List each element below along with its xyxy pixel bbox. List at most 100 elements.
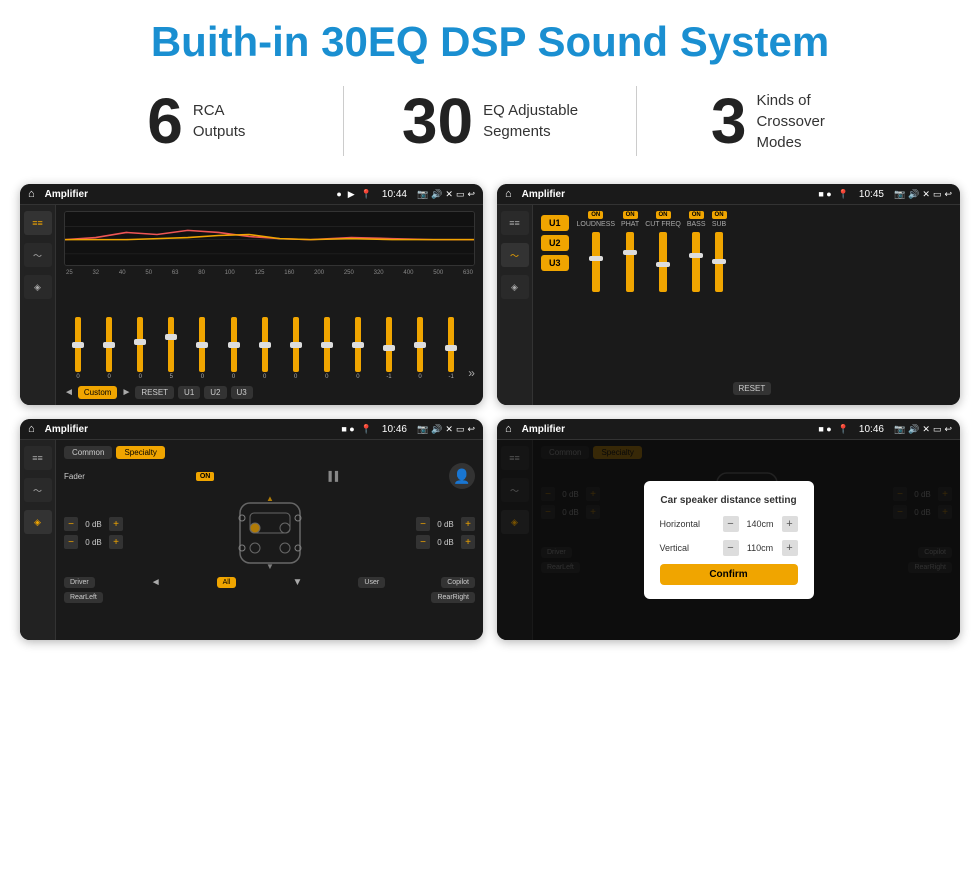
loudness-track[interactable] <box>592 232 600 292</box>
crossover-u1-btn[interactable]: U1 <box>541 215 569 231</box>
fader-content: Common Specialty Fader ON ▐▐ 👤 − 0 dB + <box>56 440 483 640</box>
eq-prev-btn[interactable]: ◄ <box>64 387 74 398</box>
cutfreq-track[interactable] <box>659 232 667 292</box>
fader-label: Fader <box>64 472 85 481</box>
dialog-status-icons: 📷 🔊 ✕ ▭ ↩ <box>894 424 952 435</box>
fader-tabs: Common Specialty <box>64 446 475 459</box>
fader-left-db-control: − 0 dB + − 0 dB + <box>64 517 123 549</box>
crossover-location-icon: 📍 <box>838 189 849 200</box>
stat-rca: 6 RCA Outputs <box>60 89 333 153</box>
eq-slider-9[interactable]: 0 <box>344 317 372 380</box>
crossover-sidebar-eq-btn[interactable]: ≡≡ <box>501 211 529 235</box>
dialog-back-icon[interactable]: ↩ <box>944 424 952 435</box>
eq-slider-5[interactable]: 0 <box>219 317 247 380</box>
loudness-on[interactable]: ON <box>588 211 603 219</box>
eq-u1-btn[interactable]: U1 <box>178 386 200 399</box>
eq-freq-labels: 253240 506380 100125160 200250320 400500… <box>64 270 475 276</box>
fader-all-btn[interactable]: All <box>217 577 237 588</box>
fader-db-minus-1[interactable]: − <box>64 535 78 549</box>
fader-sidebar-eq-btn[interactable]: ≡≡ <box>24 446 52 470</box>
fader-arrow-left: ◄ <box>151 577 161 588</box>
crossover-back-icon[interactable]: ↩ <box>944 189 952 200</box>
fader-db-plus-1[interactable]: + <box>109 535 123 549</box>
fader-car-diagram: ▲ ▼ <box>131 493 408 573</box>
crossover-u3-btn[interactable]: U3 <box>541 255 569 271</box>
crossover-sub: ON SUB <box>712 211 727 292</box>
eq-content: 253240 506380 100125160 200250320 400500… <box>56 205 483 405</box>
home-icon[interactable]: ⌂ <box>28 188 35 200</box>
fader-db-plus-2[interactable]: + <box>461 517 475 531</box>
fader-db-plus-0[interactable]: + <box>109 517 123 531</box>
dialog-horizontal-minus[interactable]: − <box>723 516 739 532</box>
fader-specialty-tab[interactable]: Specialty <box>116 446 164 459</box>
fader-db-row-2: − 0 dB + <box>416 517 475 531</box>
dialog-horizontal-plus[interactable]: + <box>782 516 798 532</box>
eq-custom-btn[interactable]: Custom <box>78 386 118 399</box>
fader-db-minus-3[interactable]: − <box>416 535 430 549</box>
eq-slider-1[interactable]: 0 <box>95 317 123 380</box>
fader-rearright-btn[interactable]: RearRight <box>431 592 475 603</box>
fader-driver-btn[interactable]: Driver <box>64 577 95 588</box>
fader-db-minus-2[interactable]: − <box>416 517 430 531</box>
eq-back-icon[interactable]: ↩ <box>467 189 475 200</box>
eq-next-btn[interactable]: ► <box>121 387 131 398</box>
phat-track[interactable] <box>626 232 634 292</box>
fader-common-tab[interactable]: Common <box>64 446 112 459</box>
eq-location-icon: 📍 <box>361 189 372 200</box>
fader-db-row-1: − 0 dB + <box>64 535 123 549</box>
eq-sidebar-eq-btn[interactable]: ≡≡ <box>24 211 52 235</box>
stat-crossover: 3 Kinds of Crossover Modes <box>647 89 920 153</box>
fader-person-icon[interactable]: 👤 <box>449 463 475 489</box>
dialog-screen: ⌂ Amplifier ■ ● 📍 10:46 📷 🔊 ✕ ▭ ↩ ≡≡ 〜 ◈ <box>497 419 960 640</box>
crossover-u2-btn[interactable]: U2 <box>541 235 569 251</box>
fader-copilot-btn[interactable]: Copilot <box>441 577 475 588</box>
fader-sidebar-wave-btn[interactable]: 〜 <box>24 478 52 502</box>
eq-slider-7[interactable]: 0 <box>282 317 310 380</box>
bass-on[interactable]: ON <box>689 211 704 219</box>
sub-track[interactable] <box>715 232 723 292</box>
fader-user-btn[interactable]: User <box>358 577 385 588</box>
dialog-time: 10:46 <box>859 424 884 435</box>
eq-slider-4[interactable]: 0 <box>188 317 216 380</box>
crossover-sidebar-wave-btn[interactable]: 〜 <box>501 243 529 267</box>
dialog-vertical-minus[interactable]: − <box>723 540 739 556</box>
fader-db-minus-0[interactable]: − <box>64 517 78 531</box>
cutfreq-on[interactable]: ON <box>656 211 671 219</box>
crossover-sidebar-vol-btn[interactable]: ◈ <box>501 275 529 299</box>
eq-sidebar-wave-btn[interactable]: 〜 <box>24 243 52 267</box>
crossover-home-icon[interactable]: ⌂ <box>505 188 512 200</box>
sub-on[interactable]: ON <box>712 211 727 219</box>
eq-u3-btn[interactable]: U3 <box>231 386 253 399</box>
fader-back-icon[interactable]: ↩ <box>467 424 475 435</box>
fader-db-plus-3[interactable]: + <box>461 535 475 549</box>
bass-track[interactable] <box>692 232 700 292</box>
eq-u2-btn[interactable]: U2 <box>204 386 226 399</box>
dialog-home-icon[interactable]: ⌂ <box>505 423 512 435</box>
eq-slider-11[interactable]: 0 <box>406 317 434 380</box>
stat-rca-label: RCA Outputs <box>193 100 246 142</box>
eq-slider-0[interactable]: 0 <box>64 317 92 380</box>
dialog-vertical-plus[interactable]: + <box>782 540 798 556</box>
eq-graph <box>64 211 475 266</box>
eq-slider-10[interactable]: -1 <box>375 317 403 380</box>
eq-more-btn[interactable]: » <box>468 366 475 380</box>
eq-sidebar-vol-btn[interactable]: ◈ <box>24 275 52 299</box>
fader-home-icon[interactable]: ⌂ <box>28 423 35 435</box>
fader-rearleft-btn[interactable]: RearLeft <box>64 592 103 603</box>
dialog-confirm-button[interactable]: Confirm <box>660 564 798 585</box>
crossover-phat: ON PHAT <box>621 211 639 292</box>
fader-on-badge[interactable]: ON <box>196 472 215 481</box>
crossover-dots: ■ ● <box>818 189 831 199</box>
eq-slider-8[interactable]: 0 <box>313 317 341 380</box>
eq-slider-6[interactable]: 0 <box>251 317 279 380</box>
crossover-reset-btn[interactable]: RESET <box>733 382 772 395</box>
crossover-sidebar: ≡≡ 〜 ◈ <box>497 205 533 405</box>
eq-reset-btn[interactable]: RESET <box>135 386 174 399</box>
phat-on[interactable]: ON <box>623 211 638 219</box>
eq-sidebar: ≡≡ 〜 ◈ <box>20 205 56 405</box>
fader-sidebar-vol-btn[interactable]: ◈ <box>24 510 52 534</box>
eq-slider-2[interactable]: 0 <box>126 317 154 380</box>
eq-slider-12[interactable]: -1 <box>437 317 465 380</box>
eq-slider-3[interactable]: 5 <box>157 317 185 380</box>
fader-screen-body: ≡≡ 〜 ◈ Common Specialty Fader ON ▐▐ 👤 <box>20 440 483 640</box>
